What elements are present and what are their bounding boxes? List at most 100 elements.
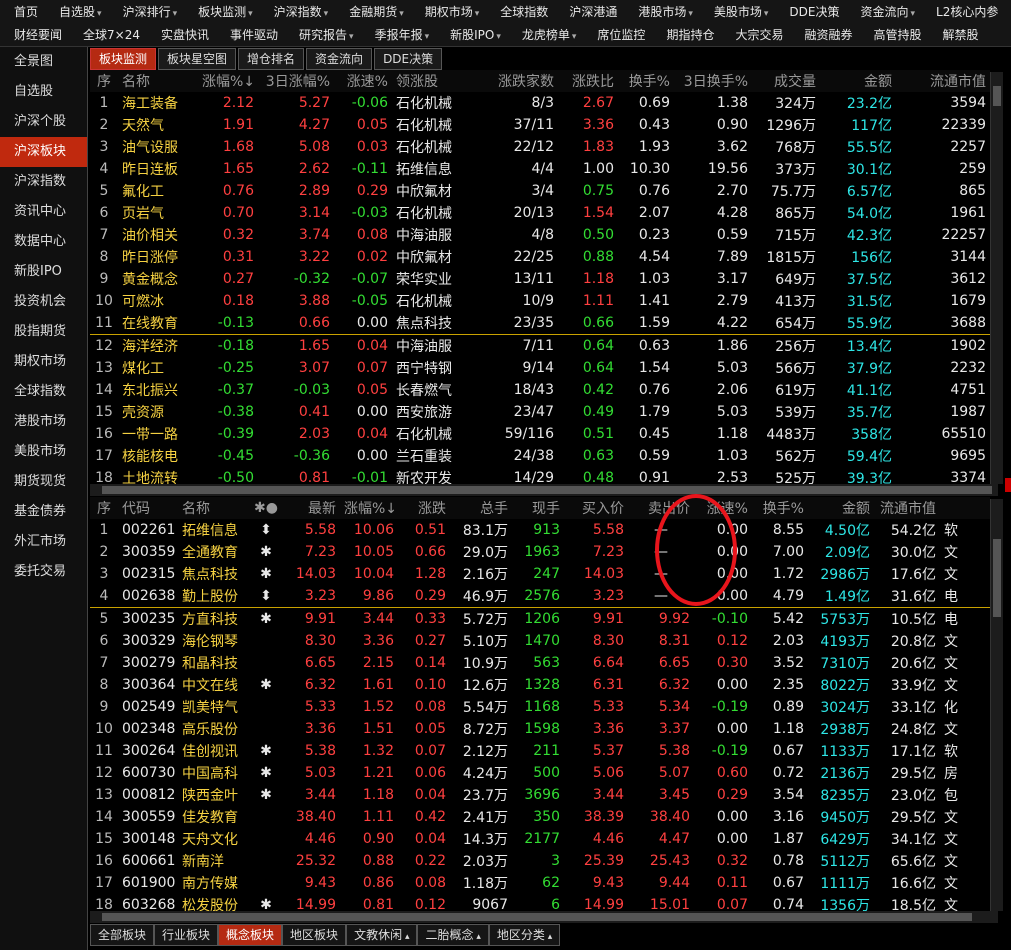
table-row[interactable]: 13 000812 陕西金叶 ✱ 3.44 1.18 0.04 23.7万 3696 3.44 3.…: [90, 784, 990, 806]
table-row[interactable]: 7 油价相关 0.32 3.74 0.08 中海油服 4/8 0.50 0.23 0.59 715万…: [90, 224, 990, 246]
table-row[interactable]: 8 300364 中文在线 ✱ 6.32 1.61 0.10 12.6万 1328 6.31 6.3…: [90, 674, 990, 696]
menu-item[interactable]: DDE决策: [775, 1, 846, 23]
menu-item[interactable]: 财经要闻: [0, 24, 69, 46]
column-header[interactable]: 换手%: [752, 497, 808, 519]
column-header[interactable]: 涨跌比: [558, 70, 618, 92]
table-row[interactable]: 6 页岩气 0.70 3.14 -0.03 石化机械 20/13 1.54 2.07 4.28 86…: [90, 202, 990, 224]
category-tab-5[interactable]: 二胎概念: [417, 924, 489, 946]
sidebar-item[interactable]: 港股市场: [0, 407, 87, 437]
sidebar-item[interactable]: 全球指数: [0, 377, 87, 407]
menu-item[interactable]: 龙虎榜单: [508, 24, 584, 46]
menu-item[interactable]: 期权市场: [411, 1, 487, 25]
column-header[interactable]: 涨幅%↓: [198, 70, 258, 92]
column-header[interactable]: 涨速%: [694, 497, 752, 519]
category-tab-3[interactable]: 地区板块: [282, 924, 347, 946]
menu-item[interactable]: 沪深港通: [555, 1, 624, 23]
table-row[interactable]: 15 壳资源 -0.38 0.41 0.00 西安旅游 23/47 0.49 1.79 5.03 5…: [90, 401, 990, 423]
column-header[interactable]: 涨幅%↓: [340, 497, 398, 519]
column-header[interactable]: 金额: [820, 70, 896, 92]
category-tab-1[interactable]: 行业板块: [154, 924, 219, 946]
table-row[interactable]: 18 603268 松发股份 ✱ 14.99 0.81 0.12 9067 6 14.99 15.0…: [90, 894, 990, 911]
column-header[interactable]: 3日涨幅%: [258, 70, 334, 92]
menu-item[interactable]: 金融期货: [335, 1, 411, 25]
sidebar-item[interactable]: 股指期货: [0, 317, 87, 347]
column-header[interactable]: 序: [90, 70, 118, 92]
table-row[interactable]: 10 可燃冰 0.18 3.88 -0.05 石化机械 10/9 1.11 1.41 2.79 41…: [90, 290, 990, 312]
menu-item[interactable]: 首页: [0, 1, 45, 23]
sector-table-hscroll[interactable]: [90, 484, 998, 496]
column-header[interactable]: 3日换手%: [674, 70, 752, 92]
menu-item[interactable]: 解禁股: [929, 24, 986, 46]
column-header[interactable]: 流通市值: [896, 70, 990, 92]
category-tab-4[interactable]: 文教休闲: [346, 924, 418, 946]
sidebar-item[interactable]: 美股市场: [0, 437, 87, 467]
table-row[interactable]: 1 002261 拓维信息 ⬍ 5.58 10.06 0.51 83.1万 913 5.58 — 0.…: [90, 519, 990, 541]
menu-item[interactable]: 大宗交易: [721, 24, 790, 46]
menu-item[interactable]: 融资融券: [790, 24, 859, 46]
menu-item[interactable]: 季报年报: [361, 24, 437, 46]
sidebar-item[interactable]: 外汇市场: [0, 527, 87, 557]
menu-item[interactable]: 全球指数: [486, 1, 555, 23]
column-header[interactable]: 代码: [118, 497, 178, 519]
tab-3[interactable]: 资金流向: [306, 48, 373, 70]
stock-table-hscroll[interactable]: [90, 911, 998, 923]
table-row[interactable]: 2 300359 全通教育 ✱ 7.23 10.05 0.66 29.0万 1963 7.23 — 0…: [90, 541, 990, 563]
menu-item[interactable]: 板块监测: [184, 1, 260, 25]
column-header[interactable]: 现手: [512, 497, 564, 519]
column-header[interactable]: 涨跌家数: [468, 70, 558, 92]
menu-item[interactable]: 高管持股: [859, 24, 928, 46]
sidebar-item[interactable]: 投资机会: [0, 287, 87, 317]
column-header[interactable]: 名称: [178, 497, 248, 519]
stock-table-vscroll-thumb[interactable]: [993, 539, 1001, 617]
tab-4[interactable]: DDE决策: [374, 48, 443, 70]
table-row[interactable]: 12 600730 中国高科 ✱ 5.03 1.21 0.06 4.24万 500 5.06 5.0…: [90, 762, 990, 784]
sidebar-item[interactable]: 沪深指数: [0, 167, 87, 197]
sidebar-item[interactable]: 委托交易: [0, 557, 87, 587]
table-row[interactable]: 4 昨日连板 1.65 2.62 -0.11 拓维信息 4/4 1.00 10.30 19.56 3…: [90, 158, 990, 180]
table-row[interactable]: 18 土地流转 -0.50 0.81 -0.01 新农开发 14/29 0.48 0.91 2.5…: [90, 467, 990, 484]
column-header[interactable]: 金额: [808, 497, 874, 519]
stock-table-vscroll[interactable]: [990, 499, 1003, 911]
category-tab-2[interactable]: 概念板块: [218, 924, 283, 946]
tab-0[interactable]: 板块监测: [90, 48, 157, 70]
table-row[interactable]: 5 氟化工 0.76 2.89 0.29 中欣氟材 3/4 0.75 0.76 2.70 75.7万…: [90, 180, 990, 202]
tab-1[interactable]: 板块星空图: [158, 48, 237, 70]
table-row[interactable]: 11 在线教育 -0.13 0.66 0.00 焦点科技 23/35 0.66 1.59 4.22…: [90, 312, 990, 335]
tab-2[interactable]: 增仓排名: [238, 48, 305, 70]
sidebar-item[interactable]: 数据中心: [0, 227, 87, 257]
table-row[interactable]: 16 一带一路 -0.39 2.03 0.04 石化机械 59/116 0.51 0.45 1.1…: [90, 423, 990, 445]
table-row[interactable]: 8 昨日涨停 0.31 3.22 0.02 中欣氟材 22/25 0.88 4.54 7.89 18…: [90, 246, 990, 268]
column-header[interactable]: ✱●: [248, 497, 284, 519]
column-header[interactable]: [940, 497, 990, 519]
column-header[interactable]: 卖出价: [628, 497, 694, 519]
table-row[interactable]: 4 002638 勤上股份 ⬍ 3.23 9.86 0.29 46.9万 2576 3.23 — 0.…: [90, 585, 990, 608]
menu-item[interactable]: 自选股: [45, 1, 109, 25]
table-row[interactable]: 5 300235 方直科技 ✱ 9.91 3.44 0.33 5.72万 1206 9.91 9.9…: [90, 607, 990, 630]
table-row[interactable]: 13 煤化工 -0.25 3.07 0.07 西宁特钢 9/14 0.64 1.54 5.03 56…: [90, 357, 990, 379]
sidebar-item[interactable]: 基金债券: [0, 497, 87, 527]
table-row[interactable]: 6 300329 海伦钢琴 8.30 3.36 0.27 5.10万 1470 8.30 8.31…: [90, 630, 990, 652]
sector-table-vscroll-thumb[interactable]: [993, 86, 1001, 106]
table-row[interactable]: 14 东北振兴 -0.37 -0.03 0.05 长春燃气 18/43 0.42 0.76 2.0…: [90, 379, 990, 401]
table-row[interactable]: 16 600661 新南洋 25.32 0.88 0.22 2.03万 3 25.39 25.43…: [90, 850, 990, 872]
sidebar-item[interactable]: 自选股: [0, 77, 87, 107]
column-header[interactable]: 成交量: [752, 70, 820, 92]
table-row[interactable]: 14 300559 佳发教育 38.40 1.11 0.42 2.41万 350 38.39 38…: [90, 806, 990, 828]
sidebar-item[interactable]: 沪深板块: [0, 137, 87, 167]
column-header[interactable]: 涨速%: [334, 70, 392, 92]
table-row[interactable]: 2 天然气 1.91 4.27 0.05 石化机械 37/11 3.36 0.43 0.90 129…: [90, 114, 990, 136]
category-tab-0[interactable]: 全部板块: [90, 924, 155, 946]
menu-item[interactable]: 研究报告: [285, 24, 361, 46]
column-header[interactable]: 序: [90, 497, 118, 519]
sector-table-vscroll[interactable]: [990, 72, 1003, 484]
sidebar-item[interactable]: 期货现货: [0, 467, 87, 497]
table-row[interactable]: 3 油气设服 1.68 5.08 0.03 石化机械 22/12 1.83 1.93 3.62 76…: [90, 136, 990, 158]
sidebar-item[interactable]: 沪深个股: [0, 107, 87, 137]
table-row[interactable]: 17 核能核电 -0.45 -0.36 0.00 兰石重装 24/38 0.63 0.59 1.0…: [90, 445, 990, 467]
column-header[interactable]: 总手: [450, 497, 512, 519]
category-tab-6[interactable]: 地区分类: [488, 924, 561, 946]
column-header[interactable]: 换手%: [618, 70, 674, 92]
menu-item[interactable]: 沪深指数: [260, 1, 336, 25]
sidebar-item[interactable]: 资讯中心: [0, 197, 87, 227]
table-row[interactable]: 15 300148 天舟文化 4.46 0.90 0.04 14.3万 2177 4.46 4.4…: [90, 828, 990, 850]
